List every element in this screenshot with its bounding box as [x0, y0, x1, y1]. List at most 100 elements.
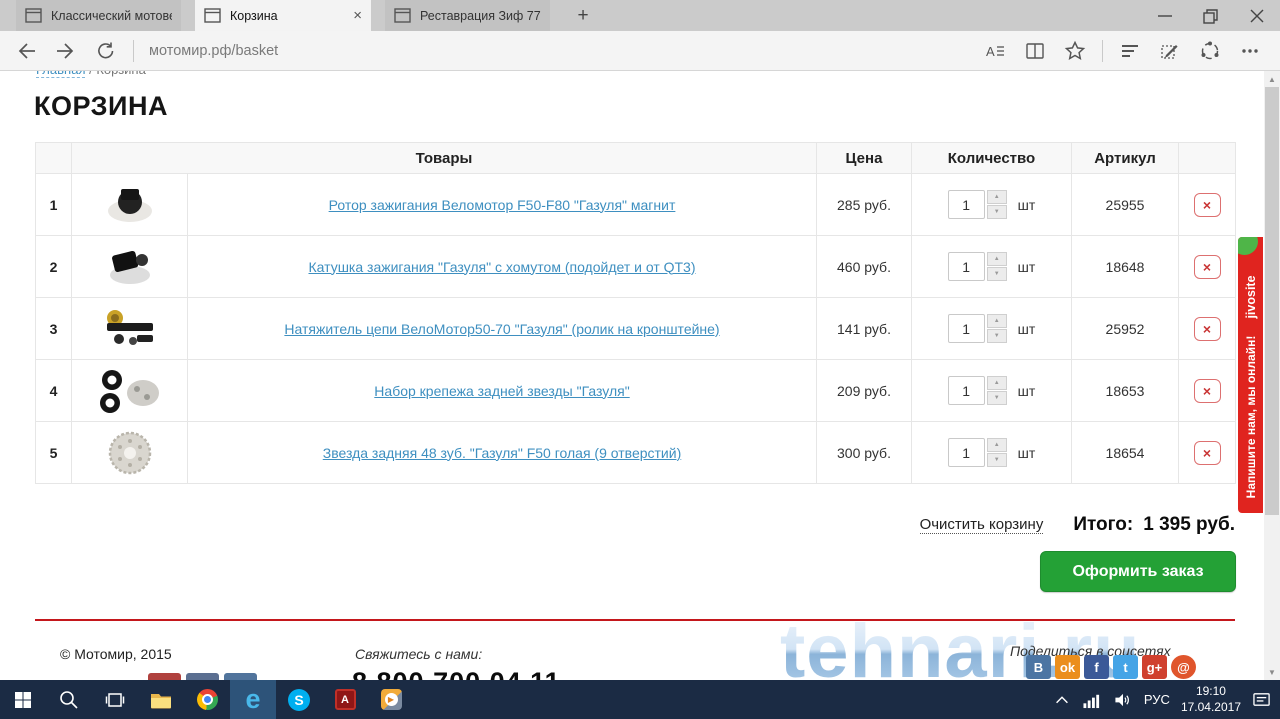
taskbar-task-view-icon[interactable]	[92, 680, 138, 719]
qty-decrease-button[interactable]: ▼	[986, 391, 1007, 405]
speaker-icon[interactable]	[1113, 691, 1133, 709]
product-sku: 18653	[1105, 382, 1145, 399]
checkout-button[interactable]: Оформить заказ	[1040, 551, 1236, 592]
minimize-button[interactable]	[1142, 0, 1188, 31]
breadcrumb-separator: /	[85, 71, 96, 77]
product-link[interactable]: Натяжитель цепи ВелоМотор50-70 "Газуля" …	[284, 321, 719, 337]
product-link[interactable]: Катушка зажигания "Газуля" с хомутом (по…	[308, 259, 695, 275]
qty-unit: шт	[1017, 320, 1036, 337]
product-price: 141 руб.	[837, 320, 891, 337]
qty-increase-button[interactable]: ▲	[986, 376, 1007, 390]
scrollbar[interactable]: ▲ ▼	[1264, 71, 1280, 680]
taskbar-media-player-icon[interactable]: ▶	[368, 680, 414, 719]
new-tab-button[interactable]: +	[564, 0, 602, 31]
qty-decrease-button[interactable]: ▼	[986, 329, 1007, 343]
cart-total: Итого: 1 395 руб.	[1073, 514, 1235, 536]
row-number: 5	[49, 444, 58, 461]
share-twitter-icon[interactable]: t	[1113, 655, 1138, 679]
taskbar-skype-icon[interactable]: S	[276, 680, 322, 719]
qty-input[interactable]	[947, 376, 985, 405]
share-facebook-icon[interactable]: f	[1084, 655, 1109, 679]
remove-item-button[interactable]: ×	[1193, 316, 1221, 341]
share-odnoklassniki-icon[interactable]: ok	[1055, 655, 1080, 679]
qty-input[interactable]	[947, 438, 985, 467]
product-link[interactable]: Ротор зажигания Веломотор F50-F80 "Газул…	[329, 197, 676, 213]
reading-view-icon[interactable]: A	[975, 34, 1015, 68]
toolbar-divider	[1102, 39, 1103, 62]
share-left-3-icon[interactable]	[224, 673, 257, 680]
qty-input[interactable]	[947, 252, 985, 281]
url-text[interactable]: мотомир.рф/basket	[149, 43, 975, 59]
remove-item-button[interactable]: ×	[1193, 192, 1221, 217]
network-signal-icon[interactable]	[1082, 691, 1102, 709]
more-icon[interactable]	[1230, 34, 1270, 68]
share-google-plus-icon[interactable]: g+	[1142, 655, 1167, 679]
scrollbar-thumb[interactable]	[1265, 87, 1279, 515]
product-sku: 25955	[1105, 196, 1145, 213]
product-link[interactable]: Набор крепежа задней звезды "Газуля"	[374, 383, 629, 399]
breadcrumb-home-link[interactable]: Главная	[36, 71, 86, 78]
chat-widget-tab[interactable]: jivosite Напишите нам, мы онлайн!	[1238, 237, 1263, 513]
forward-icon[interactable]	[46, 34, 86, 68]
share-vk-icon[interactable]: В	[1026, 655, 1051, 679]
qty-unit: шт	[1017, 382, 1036, 399]
qty-input[interactable]	[947, 314, 985, 343]
action-center-icon[interactable]	[1252, 691, 1272, 709]
taskbar-icons: e S A ▶	[0, 680, 414, 719]
scroll-down-icon[interactable]: ▼	[1264, 664, 1280, 680]
browser-tab[interactable]: Реставрация Зиф 77 - Стра	[385, 0, 550, 31]
taskbar-start-icon[interactable]	[0, 680, 46, 719]
tray-chevron-up-icon[interactable]	[1053, 691, 1071, 709]
taskbar-acrobat-icon[interactable]: A	[322, 680, 368, 719]
qty-decrease-button[interactable]: ▼	[986, 205, 1007, 219]
product-price: 209 руб.	[837, 382, 891, 399]
toolbar-divider	[133, 39, 134, 62]
qty-increase-button[interactable]: ▲	[986, 314, 1007, 328]
tab-close-icon[interactable]: ×	[353, 8, 362, 23]
share-icons: Вok f t g+ @	[1026, 655, 1196, 679]
cart-row: 2 Катушка зажигания "Газуля" с хомутом (…	[35, 235, 1236, 298]
qty-input[interactable]	[947, 190, 985, 219]
remove-item-button[interactable]: ×	[1193, 378, 1221, 403]
taskbar-search-icon[interactable]	[46, 680, 92, 719]
qty-decrease-button[interactable]: ▼	[986, 267, 1007, 281]
reading-list-icon[interactable]	[1015, 34, 1055, 68]
hub-icon[interactable]	[1110, 34, 1150, 68]
refresh-icon[interactable]	[86, 34, 126, 68]
cart-summary: Очистить корзину Итого: 1 395 руб.	[35, 514, 1235, 536]
share-icon[interactable]	[1190, 34, 1230, 68]
share-left-2-icon[interactable]	[186, 673, 219, 680]
language-indicator[interactable]: РУС	[1144, 692, 1170, 707]
product-thumb	[72, 427, 187, 479]
clock[interactable]: 19:10 17.04.2017	[1181, 684, 1241, 715]
browser-tab[interactable]: Корзина ×	[195, 0, 371, 31]
taskbar-edge-icon[interactable]: e	[230, 680, 276, 719]
restore-button[interactable]	[1188, 0, 1234, 31]
remove-item-button[interactable]: ×	[1193, 440, 1221, 465]
cart-row: 5 Звезда задняя 48 зуб. "Газуля" F50 гол…	[35, 421, 1236, 484]
close-button[interactable]	[1234, 0, 1280, 31]
quantity-control: ▲ ▼ шт	[947, 376, 1036, 405]
row-number: 2	[49, 258, 58, 275]
page-content: Главная / Корзина КОРЗИНА Товары Цена Ко…	[0, 71, 1280, 680]
cart-row: 1 Ротор зажигания Веломотор F50-F80 "Газ…	[35, 173, 1236, 236]
back-icon[interactable]	[6, 34, 46, 68]
share-mailru-icon[interactable]: @	[1171, 655, 1196, 679]
qty-decrease-button[interactable]: ▼	[986, 453, 1007, 467]
qty-increase-button[interactable]: ▲	[986, 190, 1007, 204]
clear-cart-link[interactable]: Очистить корзину	[919, 516, 1044, 534]
cart-row: 4 Набор крепежа задней звезды "Газуля" 2…	[35, 359, 1236, 422]
taskbar-chrome-icon[interactable]	[184, 680, 230, 719]
taskbar-file-explorer-icon[interactable]	[138, 680, 184, 719]
share-left-1-icon[interactable]	[148, 673, 181, 680]
scroll-up-icon[interactable]: ▲	[1264, 71, 1280, 87]
qty-increase-button[interactable]: ▲	[986, 252, 1007, 266]
product-link[interactable]: Звезда задняя 48 зуб. "Газуля" F50 голая…	[323, 445, 681, 461]
quantity-control: ▲ ▼ шт	[947, 252, 1035, 281]
browser-tab[interactable]: Классический мотовелоси	[16, 0, 181, 31]
remove-item-button[interactable]: ×	[1193, 254, 1221, 279]
ink-icon[interactable]	[1150, 34, 1190, 68]
favorites-icon[interactable]	[1055, 34, 1095, 68]
qty-increase-button[interactable]: ▲	[986, 438, 1007, 452]
page-icon	[204, 8, 221, 23]
